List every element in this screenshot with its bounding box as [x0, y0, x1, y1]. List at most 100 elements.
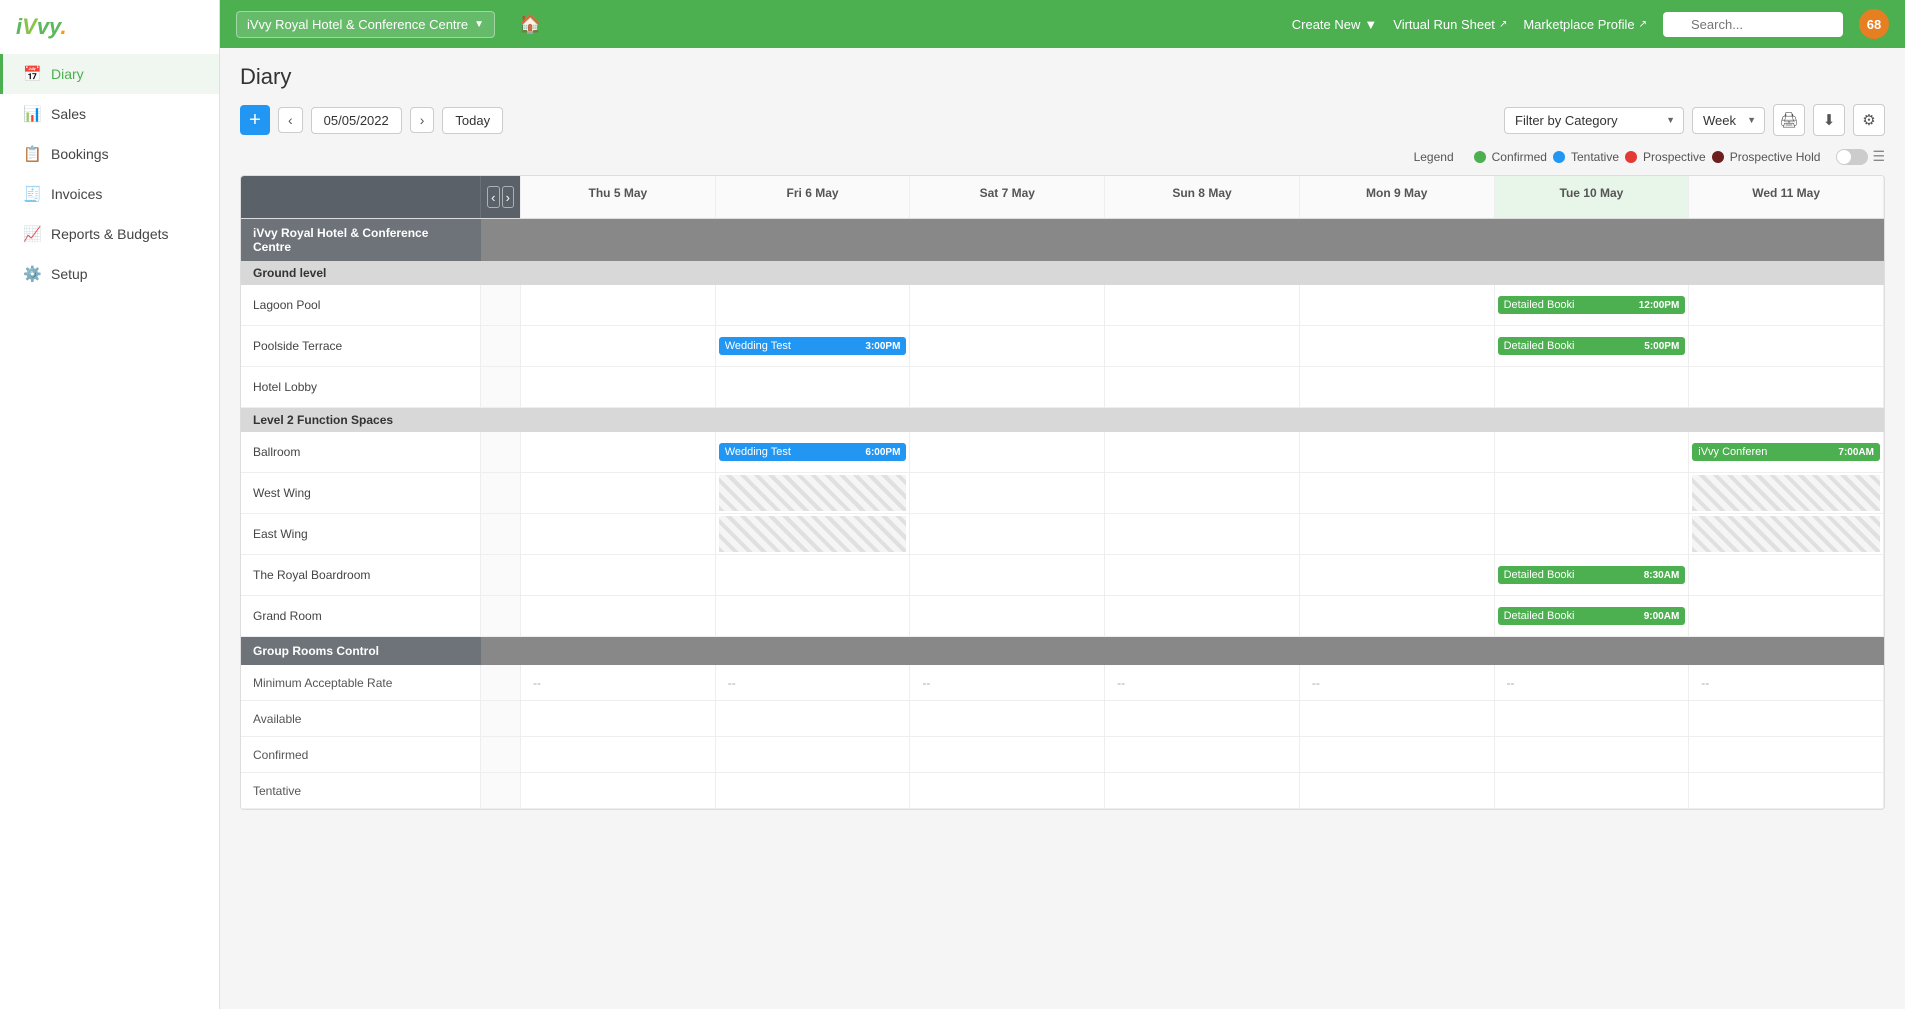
- page-title: Diary: [240, 64, 291, 90]
- poolside-fri[interactable]: Wedding Test 3:00PM: [716, 326, 911, 366]
- header-day-5: Tue 10 May: [1495, 176, 1690, 218]
- create-new-chevron: ▼: [1364, 17, 1377, 32]
- hatched-pattern: [719, 475, 907, 511]
- lagoon-thu: [521, 285, 716, 325]
- virtual-run-sheet-link[interactable]: Virtual Run Sheet ↗: [1393, 17, 1507, 32]
- poolside-wed: [1689, 326, 1884, 366]
- filter-wrapper: Filter by Category: [1504, 107, 1684, 134]
- sidebar-item-invoices[interactable]: 🧾 Invoices: [0, 174, 219, 214]
- marketplace-profile-link[interactable]: Marketplace Profile ↗: [1523, 17, 1647, 32]
- prev-button[interactable]: ‹: [278, 107, 303, 133]
- marketplace-profile-ext-icon: ↗: [1639, 19, 1647, 30]
- sidebar-item-diary[interactable]: 📅 Diary: [0, 54, 219, 94]
- ballroom-fri-event[interactable]: Wedding Test 6:00PM: [719, 443, 907, 461]
- diary-icon: 📅: [23, 65, 41, 83]
- lagoon-wed: [1689, 285, 1884, 325]
- ballroom-wed-event[interactable]: iVvy Conferen 7:00AM: [1692, 443, 1880, 461]
- avail-wed: [1689, 701, 1884, 736]
- westwing-tue: [1495, 473, 1690, 513]
- group-row-label-available: Available: [241, 701, 481, 736]
- add-button[interactable]: +: [240, 105, 270, 135]
- header-day-0: Thu 5 May: [521, 176, 716, 218]
- sidebar-item-sales[interactable]: 📊 Sales: [0, 94, 219, 134]
- search-input[interactable]: [1663, 12, 1843, 37]
- confirmed-label: Confirmed: [1492, 150, 1547, 164]
- venue-selector-label: iVvy Royal Hotel & Conference Centre: [247, 17, 468, 32]
- sidebar-item-bookings[interactable]: 📋 Bookings: [0, 134, 219, 174]
- legend-prospective-hold: Prospective Hold: [1730, 150, 1821, 164]
- topbar: iVvy Royal Hotel & Conference Centre ▼ 🏠…: [220, 0, 1905, 48]
- reports-icon: 📈: [23, 225, 41, 243]
- tent-mon: [1300, 773, 1495, 808]
- poolside-fri-event[interactable]: Wedding Test 3:00PM: [719, 337, 907, 355]
- eastwing-wed: [1689, 514, 1884, 554]
- group-row-label-confirmed: Confirmed: [241, 737, 481, 772]
- sidebar-item-setup-label: Setup: [51, 266, 88, 282]
- legend-tentative: Tentative: [1571, 150, 1619, 164]
- table-row: Poolside Terrace Wedding Test 3:00PM Det…: [241, 326, 1884, 367]
- poolside-tue-event[interactable]: Detailed Booki 5:00PM: [1498, 337, 1686, 355]
- settings-button[interactable]: ⚙: [1853, 104, 1885, 136]
- sidebar-item-reports[interactable]: 📈 Reports & Budgets: [0, 214, 219, 254]
- avail-mon: [1300, 701, 1495, 736]
- header-day-6: Wed 11 May: [1689, 176, 1884, 218]
- venue-header-fill: [481, 219, 1884, 261]
- view-mode-wrapper: Week: [1692, 107, 1765, 134]
- room-name-west-wing: West Wing: [241, 473, 481, 513]
- boardroom-tue-event[interactable]: Detailed Booki 8:30AM: [1498, 566, 1686, 584]
- westwing-fri: [716, 473, 911, 513]
- cal-next-button[interactable]: ›: [502, 186, 515, 208]
- conf-thu: [521, 737, 716, 772]
- event-name: Detailed Booki: [1504, 299, 1635, 311]
- next-button[interactable]: ›: [410, 107, 435, 133]
- ballroom-fri[interactable]: Wedding Test 6:00PM: [716, 432, 911, 472]
- eastwing-sat: [910, 514, 1105, 554]
- avail-thu: [521, 701, 716, 736]
- create-new-link[interactable]: Create New ▼: [1292, 17, 1378, 32]
- room-name-lagoon-pool: Lagoon Pool: [241, 285, 481, 325]
- ballroom-wed[interactable]: iVvy Conferen 7:00AM: [1689, 432, 1884, 472]
- poolside-tue[interactable]: Detailed Booki 5:00PM: [1495, 326, 1690, 366]
- filter-select[interactable]: Filter by Category: [1504, 107, 1684, 134]
- sidebar-item-setup[interactable]: ⚙️ Setup: [0, 254, 219, 294]
- lagoon-mon: [1300, 285, 1495, 325]
- ballroom-tue: [1495, 432, 1690, 472]
- lobby-mon: [1300, 367, 1495, 407]
- event-time: 8:30AM: [1644, 570, 1680, 581]
- toggle-switch[interactable]: ☰: [1836, 148, 1885, 165]
- event-time: 6:00PM: [865, 447, 900, 458]
- today-button[interactable]: Today: [442, 107, 503, 134]
- grandroom-thu: [521, 596, 716, 636]
- venue-selector[interactable]: iVvy Royal Hotel & Conference Centre ▼: [236, 11, 495, 38]
- user-badge[interactable]: 68: [1859, 9, 1889, 39]
- toggle-track[interactable]: [1836, 149, 1868, 165]
- eastwing-thu: [521, 514, 716, 554]
- lagoon-tue[interactable]: Detailed Booki 12:00PM: [1495, 285, 1690, 325]
- hatched-pattern: [719, 516, 907, 552]
- export-button[interactable]: ⬇: [1813, 104, 1845, 136]
- home-button[interactable]: 🏠: [511, 10, 549, 39]
- lobby-sun: [1105, 367, 1300, 407]
- westwing-wed: [1689, 473, 1884, 513]
- marketplace-profile-label: Marketplace Profile: [1523, 17, 1634, 32]
- legend-row: Legend Confirmed Tentative Prospective P…: [240, 148, 1885, 165]
- table-row: Lagoon Pool Detailed Booki 12:00PM: [241, 285, 1884, 326]
- cal-prev-button[interactable]: ‹: [487, 186, 500, 208]
- grandroom-tue-event[interactable]: Detailed Booki 9:00AM: [1498, 607, 1686, 625]
- boardroom-sat: [910, 555, 1105, 595]
- avail-fri: [716, 701, 911, 736]
- mar-tue: --: [1495, 665, 1690, 700]
- lagoon-tue-event[interactable]: Detailed Booki 12:00PM: [1498, 296, 1686, 314]
- virtual-run-sheet-label: Virtual Run Sheet: [1393, 17, 1495, 32]
- view-mode-select[interactable]: Week: [1692, 107, 1765, 134]
- table-row: Confirmed: [241, 737, 1884, 773]
- prospective-hold-dot: [1712, 151, 1724, 163]
- event-time: 12:00PM: [1639, 300, 1680, 311]
- boardroom-tue[interactable]: Detailed Booki 8:30AM: [1495, 555, 1690, 595]
- row-index: [481, 596, 521, 636]
- create-new-label: Create New: [1292, 17, 1361, 32]
- grandroom-tue[interactable]: Detailed Booki 9:00AM: [1495, 596, 1690, 636]
- header-nav-cell: ‹ ›: [481, 176, 521, 218]
- print-button[interactable]: 🖨: [1773, 104, 1805, 136]
- tent-wed: [1689, 773, 1884, 808]
